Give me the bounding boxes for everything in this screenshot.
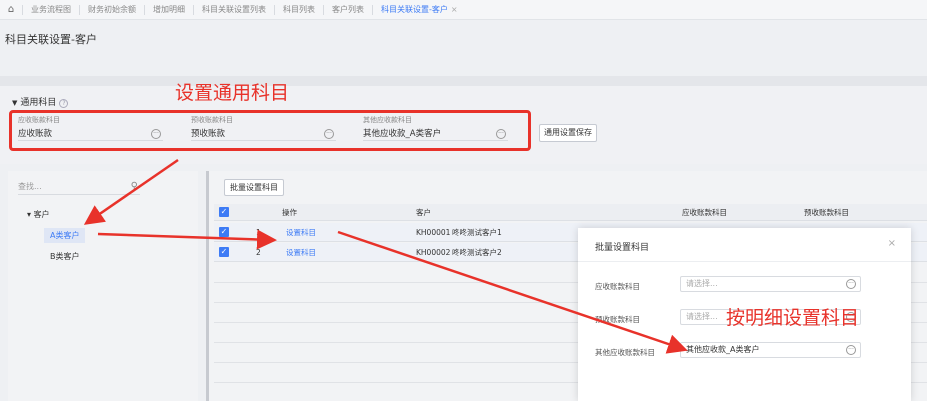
home-icon[interactable]: ⌂ [0, 4, 22, 15]
tab-subject-link-list[interactable]: 科目关联设置列表 [193, 4, 274, 15]
tab-initial-balance[interactable]: 财务初始余额 [79, 4, 144, 15]
set-subject-link[interactable]: 设置科目 [286, 223, 316, 241]
tab-label: 科目关联设置-客户 [381, 4, 448, 14]
annotation-detail: 按明细设置科目 [726, 307, 860, 329]
section-header[interactable]: ▼ 通用科目? [12, 95, 69, 108]
tree-search-input[interactable]: 查找... ⚲ [18, 179, 140, 195]
customer-code: KH00002 [416, 247, 451, 257]
tree-root[interactable]: ▾ 客户 [27, 209, 50, 220]
search-icon[interactable]: ⚲ [131, 179, 138, 195]
tree-item-a-customers[interactable]: A类客户 [44, 228, 86, 243]
annotation-box [9, 110, 531, 151]
modal-pre-label: 预收账款科目 [595, 315, 640, 324]
customer-name: 咚咚测试客户2 [452, 247, 502, 257]
customer-name: 咚咚测试客户1 [452, 227, 502, 237]
more-options-icon[interactable]: ··· [846, 345, 856, 355]
input-placeholder: 请选择... [686, 312, 718, 321]
tab-customer-list[interactable]: 客户列表 [323, 4, 372, 15]
modal-divider [578, 261, 911, 262]
header-cell: 预收账款科目 [804, 207, 849, 217]
row-checkbox[interactable]: ✓ [219, 247, 229, 257]
customer-code: KH00001 [416, 227, 451, 237]
section-title: 通用科目 [20, 98, 57, 108]
modal-ar-input[interactable]: 请选择... ··· [680, 276, 861, 292]
modal-other-label: 其他应收账款科目 [595, 348, 655, 357]
batch-set-button[interactable]: 批量设置科目 [224, 179, 284, 196]
modal-title: 批量设置科目 [595, 243, 650, 253]
grid-header: ✓ 操作 客户 应收账款科目 预收账款科目 [214, 204, 927, 221]
tab-add-detail[interactable]: 增加明细 [144, 4, 193, 15]
header-cell: 客户 [416, 207, 431, 217]
pane-splitter[interactable] [206, 171, 209, 401]
collapse-caret-icon[interactable]: ▼ [12, 99, 17, 107]
expand-caret-icon[interactable]: ▾ [27, 210, 31, 219]
tree-item-b-customers[interactable]: B类客户 [50, 251, 80, 262]
row-checkbox[interactable]: ✓ [219, 227, 229, 237]
help-icon[interactable]: ? [59, 99, 69, 108]
tab-subject-link-customer[interactable]: 科目关联设置-客户 × [372, 4, 466, 15]
row-number: 1 [256, 227, 261, 237]
tab-subject-list[interactable]: 科目列表 [274, 4, 323, 15]
customer-tree-pane: 查找... ⚲ ▾ 客户 A类客户 B类客户 [8, 171, 198, 401]
header-cell: 操作 [282, 207, 297, 217]
modal-other-input[interactable]: 其他应收款_A类客户 ··· [680, 342, 861, 358]
tab-bar: ⌂ 业务流程图 财务初始余额 增加明细 科目关联设置列表 科目列表 客户列表 科… [0, 0, 927, 20]
close-icon[interactable]: × [451, 5, 458, 14]
search-placeholder: 查找... [18, 182, 42, 191]
tab-business-flow[interactable]: 业务流程图 [22, 4, 79, 15]
tree-root-label: 客户 [33, 210, 50, 219]
modal-ar-label: 应收账款科目 [595, 282, 640, 291]
set-subject-link[interactable]: 设置科目 [286, 243, 316, 261]
page-title: 科目关联设置-客户 [5, 33, 97, 46]
more-options-icon[interactable]: ··· [846, 279, 856, 289]
close-icon[interactable]: × [888, 238, 896, 249]
input-placeholder: 请选择... [686, 279, 718, 288]
section-divider [0, 76, 927, 86]
annotation-common: 设置通用科目 [175, 82, 290, 104]
select-all-checkbox[interactable]: ✓ [219, 207, 229, 217]
row-cell: ✓ [219, 243, 229, 261]
input-value: 其他应收款_A类客户 [686, 345, 760, 354]
save-common-button[interactable]: 通用设置保存 [539, 124, 597, 142]
header-cell: ✓ [219, 204, 229, 220]
header-cell: 应收账款科目 [682, 207, 727, 217]
row-number: 2 [256, 247, 261, 257]
row-cell: ✓ [219, 223, 229, 241]
